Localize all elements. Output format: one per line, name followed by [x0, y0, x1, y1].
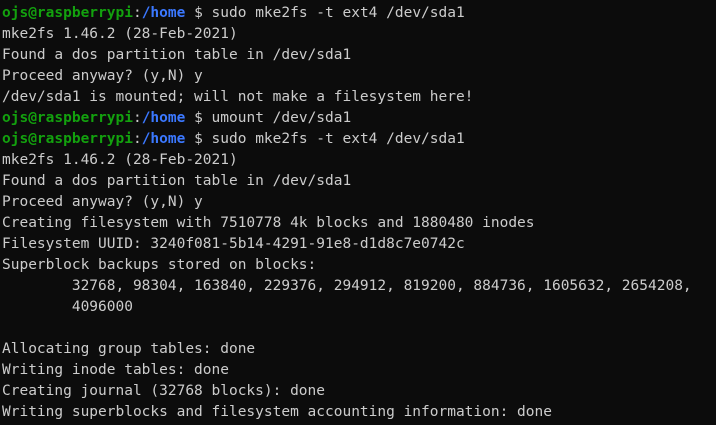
output-line: Writing inode tables: done: [2, 362, 229, 378]
command-text: sudo mke2fs -t ext4 /dev/sda1: [211, 5, 465, 21]
command-text: umount /dev/sda1: [211, 110, 352, 126]
command-text: sudo mke2fs -t ext4 /dev/sda1: [211, 131, 465, 147]
prompt-user-host: ojs@raspberrypi: [2, 131, 133, 147]
output-line: Found a dos partition table in /dev/sda1: [2, 173, 352, 189]
output-line: mke2fs 1.46.2 (28-Feb-2021): [2, 26, 238, 42]
output-line: Creating journal (32768 blocks): done: [2, 383, 326, 399]
prompt-dollar: $: [185, 110, 212, 126]
output-line: 32768, 98304, 163840, 229376, 294912, 81…: [2, 278, 692, 294]
prompt-dollar: $: [185, 5, 212, 21]
prompt-line: ojs@raspberrypi:/home $ sudo mke2fs -t e…: [2, 129, 716, 150]
prompt-separator: :: [132, 5, 142, 21]
prompt-line: ojs@raspberrypi:/home $ sudo mke2fs -t e…: [2, 3, 716, 24]
output-line: Proceed anyway? (y,N) y: [2, 68, 203, 84]
output-line: Allocating group tables: done: [2, 341, 256, 357]
output-line: 4096000: [2, 299, 133, 315]
prompt-user-host: ojs@raspberrypi: [2, 5, 133, 21]
prompt-path: /home: [141, 131, 186, 147]
prompt-line: ojs@raspberrypi:/home $ umount /dev/sda1: [2, 108, 716, 129]
output-line: Proceed anyway? (y,N) y: [2, 194, 203, 210]
prompt-separator: :: [132, 110, 142, 126]
prompt-path: /home: [141, 110, 186, 126]
terminal-output: ojs@raspberrypi:/home $ sudo mke2fs -t e…: [2, 3, 716, 423]
prompt-dollar: $: [185, 131, 212, 147]
output-line: Superblock backups stored on blocks:: [2, 257, 317, 273]
output-line: mke2fs 1.46.2 (28-Feb-2021): [2, 152, 238, 168]
output-line: Creating filesystem with 7510778 4k bloc…: [2, 215, 535, 231]
prompt-user-host: ojs@raspberrypi: [2, 110, 133, 126]
terminal-window[interactable]: ojs@raspberrypi:/home $ sudo mke2fs -t e…: [0, 0, 716, 425]
prompt-separator: :: [132, 131, 142, 147]
output-line: Filesystem UUID: 3240f081-5b14-4291-91e8…: [2, 236, 465, 252]
output-line: Found a dos partition table in /dev/sda1: [2, 47, 352, 63]
prompt-path: /home: [141, 5, 186, 21]
output-line: /dev/sda1 is mounted; will not make a fi…: [2, 89, 474, 105]
output-line: Writing superblocks and filesystem accou…: [2, 404, 552, 420]
